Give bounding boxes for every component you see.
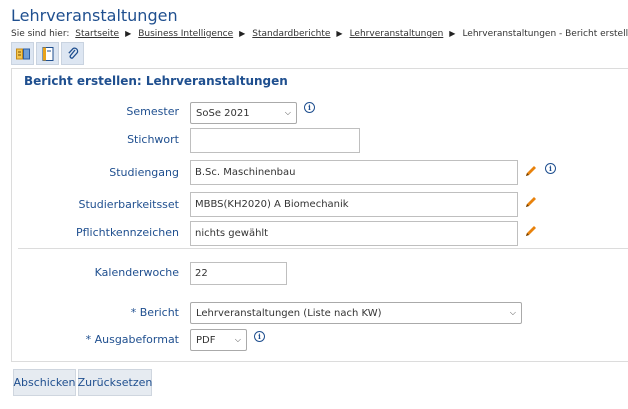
chevron-right-icon: ▶ [125,29,132,38]
breadcrumb-lehrveranstaltungen[interactable]: Lehrveranstaltungen [350,29,444,39]
info-icon[interactable]: i [254,331,265,342]
studiengang-field[interactable]: B.Sc. Maschinenbau [190,160,518,185]
pflichtkennzeichen-field[interactable]: nichts gewählt [190,221,518,246]
chevron-right-icon: ▶ [239,29,246,38]
info-icon[interactable]: i [304,102,315,113]
chevron-right-icon: ▶ [336,29,343,38]
info-icon[interactable]: i [545,163,556,174]
breadcrumb-startseite[interactable]: Startseite [75,29,119,39]
attachment-button[interactable] [61,42,84,65]
edit-pencil-icon[interactable] [524,224,538,238]
chevron-down-icon: ⌵ [284,108,291,117]
section-divider [18,248,628,249]
breadcrumb-prefix: Sie sind hier: [11,29,70,39]
studierbarkeitsset-field[interactable]: MBBS(KH2020) A Biomechanik [190,192,518,217]
document-button[interactable] [36,42,59,65]
breadcrumb: Sie sind hier: Startseite ▶ Business Intel… [11,29,628,39]
pflichtkennzeichen-label: Pflichtkennzeichen [76,226,179,239]
edit-pencil-icon[interactable] [524,164,538,178]
semester-select[interactable]: SoSe 2021 ⌵ [190,102,297,124]
chevron-right-icon: ▶ [449,29,456,38]
stichwort-label: Stichwort [127,133,179,146]
report-compare-icon [15,48,30,59]
breadcrumb-standardberichte[interactable]: Standardberichte [252,29,330,39]
bericht-value: Lehrveranstaltungen (Liste nach KW) [196,307,382,319]
form-title: Bericht erstellen: Lehrveranstaltungen [24,74,288,88]
reset-button[interactable]: Zurücksetzen [78,369,152,396]
kalenderwoche-input[interactable]: 22 [190,262,287,285]
stichwort-input[interactable] [190,128,360,153]
ausgabeformat-value: PDF [196,334,216,346]
chevron-down-icon: ⌵ [234,335,241,344]
document-icon [42,46,53,61]
page-title: Lehrveranstaltungen [11,6,178,25]
ausgabeformat-select[interactable]: PDF ⌵ [190,329,247,351]
edit-pencil-icon[interactable] [524,195,538,209]
report-compare-button[interactable] [11,42,34,65]
abschicken-button[interactable]: Abschicken [13,369,76,396]
semester-value: SoSe 2021 [196,107,250,119]
breadcrumb-current: Lehrveranstaltungen - Bericht erstellen [462,29,628,39]
studiengang-label: Studiengang [109,166,179,179]
chevron-down-icon: ⌵ [509,308,516,317]
bericht-select[interactable]: Lehrveranstaltungen (Liste nach KW) ⌵ [190,302,522,324]
semester-label: Semester [126,105,179,118]
bericht-label: * Bericht [130,306,179,319]
toolbar [11,42,84,66]
breadcrumb-business-intelligence[interactable]: Business Intelligence [138,29,233,39]
ausgabeformat-label: * Ausgabeformat [85,333,179,346]
kalenderwoche-label: Kalenderwoche [94,266,179,279]
studierbarkeitsset-label: Studierbarkeitsset [78,198,180,211]
attachment-icon [67,47,78,59]
